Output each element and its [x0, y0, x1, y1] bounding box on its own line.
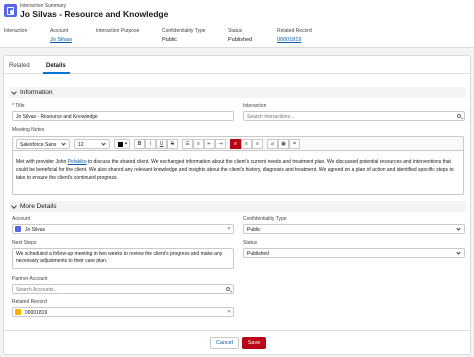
active-tab-indicator [43, 72, 70, 74]
highlight-label: Confidentiality Type [162, 28, 206, 34]
numbered-list-button[interactable]: ≡ [193, 139, 204, 149]
highlight-status: Status Published [228, 28, 252, 43]
confidentiality-label: Confidentiality Type [243, 216, 287, 222]
record-title: Jo Silvas - Resource and Knowledge [20, 9, 169, 19]
title-label-text: Title [15, 103, 25, 109]
account-lookup[interactable]: Jo Silvas [12, 224, 234, 234]
related-record-link[interactable]: 00001819 [277, 37, 312, 43]
title-input[interactable]: Jo Silvas - Resource and Knowledge [12, 111, 234, 121]
section-information[interactable]: Information [9, 87, 466, 98]
next-steps-label: Next Steps [12, 240, 37, 246]
highlight-label: Status [228, 28, 243, 34]
section-title: Information [20, 89, 53, 96]
account-link[interactable]: Jo Silvas [50, 37, 72, 43]
tab-details[interactable]: Details [46, 63, 66, 69]
record-header: Interaction Summary Jo Silvas - Resource… [0, 0, 474, 48]
cancel-button[interactable]: Cancel [210, 337, 239, 349]
font-size-value: 12 [78, 142, 84, 148]
close-icon[interactable]: ✕ [227, 226, 231, 232]
underline-button[interactable]: U [156, 139, 167, 149]
align-left-button[interactable]: ≡ [230, 139, 241, 149]
bold-button[interactable]: B [134, 139, 145, 149]
chevron-down-icon [61, 141, 66, 146]
font-family-select[interactable]: Salesforce Sans [16, 139, 70, 149]
related-record-label: Related Record [12, 299, 47, 305]
section-more-details[interactable]: More Details [9, 201, 466, 212]
highlight-confidentiality: Confidentiality Type Public [162, 28, 206, 43]
close-icon[interactable]: ✕ [227, 309, 231, 315]
highlight-label: Account [50, 28, 69, 34]
italic-button[interactable]: I [145, 139, 156, 149]
account-value: Jo Silvas [25, 227, 46, 233]
indent-button[interactable]: ⇥ [215, 139, 226, 149]
color-swatch-icon [118, 142, 123, 147]
next-steps-textarea[interactable]: We scheduled a follow-up meeting in two … [12, 248, 234, 269]
account-icon [15, 226, 21, 232]
highlight-interaction: Interaction [4, 28, 27, 37]
font-family-value: Salesforce Sans [20, 142, 57, 148]
align-right-button[interactable]: ≡ [252, 139, 263, 149]
confidentiality-select[interactable]: Public [243, 224, 465, 234]
chevron-down-icon [11, 89, 17, 95]
meeting-notes-editor[interactable]: Met with provider John Pelakiko to discu… [12, 150, 464, 195]
related-record-lookup[interactable]: 00001819 [12, 307, 234, 317]
interaction-label: Interaction [243, 103, 267, 109]
save-button[interactable]: Save [242, 337, 266, 349]
highlight-account: Account Jo Silvas [50, 28, 72, 43]
rich-text-toolbar: Salesforce Sans 12 B I U S ☰ ≡ ⇤ ⇥ ≡ ≡ ≡… [12, 136, 464, 150]
tab-bar: Related Details [4, 56, 470, 74]
search-icon [457, 114, 461, 118]
interaction-search-input[interactable]: Search Interactions... [243, 111, 465, 121]
clear-formatting-button[interactable]: ⌗ [289, 139, 300, 149]
status-label: Status [243, 240, 258, 246]
meeting-notes-label: Meeting Notes [12, 127, 45, 133]
insert-link-button[interactable]: ⌀ [267, 139, 278, 149]
highlight-value: Public [162, 37, 177, 43]
chevron-down-icon [11, 203, 17, 209]
chevron-down-icon [101, 141, 106, 146]
form-footer: Cancel Save [4, 330, 470, 354]
record-icon [15, 309, 21, 315]
highlight-interaction-purpose: Interaction Purpose [96, 28, 139, 37]
provider-name-link[interactable]: Pelakiko [68, 159, 87, 165]
tab-related[interactable]: Related [9, 63, 30, 69]
highlight-label: Interaction [4, 28, 28, 34]
text-color-button[interactable] [114, 139, 130, 149]
section-title: More Details [20, 203, 57, 210]
highlight-value: Published [228, 37, 253, 43]
highlight-label: Interaction Purpose [96, 28, 140, 34]
chevron-down-icon [124, 141, 128, 145]
notes-text-start: Met with provider John [16, 159, 68, 165]
interaction-summary-icon [4, 4, 17, 17]
record-detail-card: Related Details Information * Title Jo S… [3, 55, 471, 355]
related-record-value: 00001819 [25, 310, 48, 316]
partner-account-label: Partner Account [12, 276, 48, 282]
strikethrough-button[interactable]: S [167, 139, 178, 149]
highlight-related-record: Related Record 00001819 [277, 28, 312, 43]
bullet-list-button[interactable]: ☰ [182, 139, 193, 149]
status-select[interactable]: Published [243, 248, 465, 258]
account-label: Account [12, 216, 31, 222]
search-icon [226, 287, 230, 291]
align-center-button[interactable]: ≡ [241, 139, 252, 149]
font-size-select[interactable]: 12 [74, 139, 110, 149]
outdent-button[interactable]: ⇤ [204, 139, 215, 149]
highlight-label: Related Record [277, 28, 312, 34]
insert-image-button[interactable]: ▣ [278, 139, 289, 149]
partner-account-search-input[interactable]: Search Accounts... [12, 284, 234, 294]
title-label: * Title [12, 103, 25, 109]
